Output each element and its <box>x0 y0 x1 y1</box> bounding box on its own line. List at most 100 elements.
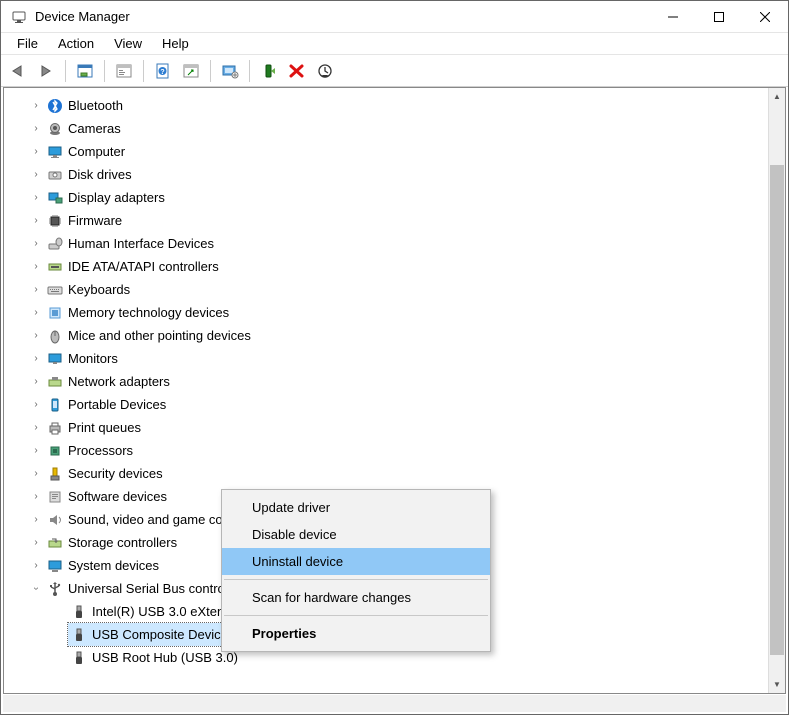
expand-icon[interactable]: › <box>28 100 44 111</box>
menu-properties[interactable]: Properties <box>222 620 490 647</box>
category-label: Memory technology devices <box>68 305 239 320</box>
menu-help[interactable]: Help <box>152 34 199 53</box>
close-button[interactable] <box>742 1 788 33</box>
category-label: IDE ATA/ATAPI controllers <box>68 259 229 274</box>
expand-icon[interactable]: › <box>28 284 44 295</box>
properties-button[interactable] <box>111 58 137 84</box>
menu-action[interactable]: Action <box>48 34 104 53</box>
category-processors[interactable]: › Processors <box>4 439 768 462</box>
category-label: Cameras <box>68 121 131 136</box>
category-bluetooth[interactable]: › Bluetooth <box>4 94 768 117</box>
expand-icon[interactable]: › <box>28 445 44 456</box>
network-icon <box>46 373 64 391</box>
minimize-button[interactable] <box>650 1 696 33</box>
menu-update-driver[interactable]: Update driver <box>222 494 490 521</box>
camera-icon <box>46 120 64 138</box>
mouse-icon <box>46 327 64 345</box>
category-display-adapters[interactable]: › Display adapters <box>4 186 768 209</box>
storage-icon <box>46 534 64 552</box>
maximize-button[interactable] <box>696 1 742 33</box>
expand-icon[interactable]: › <box>28 376 44 387</box>
expand-icon[interactable]: › <box>28 169 44 180</box>
uninstall-device-button[interactable] <box>284 58 310 84</box>
expand-icon[interactable]: › <box>28 261 44 272</box>
category-security[interactable]: › Security devices <box>4 462 768 485</box>
category-label: Storage controllers <box>68 535 187 550</box>
portable-icon <box>46 396 64 414</box>
expand-icon[interactable]: › <box>28 146 44 157</box>
category-memory[interactable]: › Memory technology devices <box>4 301 768 324</box>
window-title: Device Manager <box>35 9 130 24</box>
expand-icon[interactable]: › <box>28 330 44 341</box>
category-label: Computer <box>68 144 135 159</box>
system-icon <box>46 557 64 575</box>
category-label: Processors <box>68 443 143 458</box>
expand-icon[interactable]: › <box>28 353 44 364</box>
update-driver-button[interactable] <box>217 58 243 84</box>
category-keyboards[interactable]: › Keyboards <box>4 278 768 301</box>
category-label: Print queues <box>68 420 151 435</box>
category-hid[interactable]: › Human Interface Devices <box>4 232 768 255</box>
category-computer[interactable]: › Computer <box>4 140 768 163</box>
security-icon <box>46 465 64 483</box>
chip-icon <box>46 212 64 230</box>
category-cameras[interactable]: › Cameras <box>4 117 768 140</box>
scan-hardware-button[interactable] <box>178 58 204 84</box>
category-print-queues[interactable]: › Print queues <box>4 416 768 439</box>
usb-plug-icon <box>70 649 88 667</box>
category-label: Human Interface Devices <box>68 236 224 251</box>
help-button[interactable]: ? <box>150 58 176 84</box>
category-portable[interactable]: › Portable Devices <box>4 393 768 416</box>
category-label: Firmware <box>68 213 132 228</box>
keyboard-icon <box>46 281 64 299</box>
forward-button[interactable] <box>33 58 59 84</box>
enable-device-button[interactable] <box>256 58 282 84</box>
printer-icon <box>46 419 64 437</box>
category-disk-drives[interactable]: › Disk drives <box>4 163 768 186</box>
category-ide[interactable]: › IDE ATA/ATAPI controllers <box>4 255 768 278</box>
usb-plug-icon <box>70 626 88 644</box>
show-hide-tree-button[interactable] <box>72 58 98 84</box>
menu-file[interactable]: File <box>7 34 48 53</box>
speaker-icon <box>46 511 64 529</box>
menu-disable-device[interactable]: Disable device <box>222 521 490 548</box>
status-bar <box>3 695 786 712</box>
expand-icon[interactable]: › <box>28 307 44 318</box>
vertical-scrollbar[interactable]: ▲ ▼ <box>768 88 785 693</box>
category-label: Monitors <box>68 351 128 366</box>
disable-device-button[interactable] <box>312 58 338 84</box>
category-network[interactable]: › Network adapters <box>4 370 768 393</box>
hid-icon <box>46 235 64 253</box>
toolbar: ? <box>1 55 788 87</box>
category-firmware[interactable]: › Firmware <box>4 209 768 232</box>
category-label: Bluetooth <box>68 98 133 113</box>
expand-icon[interactable]: › <box>28 238 44 249</box>
expand-icon[interactable]: › <box>28 192 44 203</box>
expand-icon[interactable]: › <box>28 399 44 410</box>
expand-icon[interactable]: › <box>28 123 44 134</box>
menu-uninstall-device[interactable]: Uninstall device <box>222 548 490 575</box>
back-button[interactable] <box>5 58 31 84</box>
app-icon <box>11 9 27 25</box>
scroll-down-icon[interactable]: ▼ <box>769 676 785 693</box>
category-monitors[interactable]: › Monitors <box>4 347 768 370</box>
expand-icon[interactable]: › <box>28 215 44 226</box>
expand-icon[interactable]: › <box>28 560 44 571</box>
expand-icon[interactable]: › <box>28 537 44 548</box>
software-icon <box>46 488 64 506</box>
scroll-thumb[interactable] <box>770 165 784 655</box>
category-label: System devices <box>68 558 169 573</box>
usb-plug-icon <box>70 603 88 621</box>
category-mice[interactable]: › Mice and other pointing devices <box>4 324 768 347</box>
context-menu: Update driver Disable device Uninstall d… <box>221 489 491 652</box>
expand-icon[interactable]: › <box>28 468 44 479</box>
expand-icon[interactable]: › <box>28 491 44 502</box>
scroll-up-icon[interactable]: ▲ <box>769 88 785 105</box>
expand-icon[interactable]: › <box>28 514 44 525</box>
menu-scan-hardware[interactable]: Scan for hardware changes <box>222 584 490 611</box>
expand-icon[interactable]: › <box>28 422 44 433</box>
collapse-icon[interactable]: › <box>31 581 42 597</box>
menu-view[interactable]: View <box>104 34 152 53</box>
device-label: USB Root Hub (USB 3.0) <box>92 650 248 665</box>
usb-icon <box>46 580 64 598</box>
